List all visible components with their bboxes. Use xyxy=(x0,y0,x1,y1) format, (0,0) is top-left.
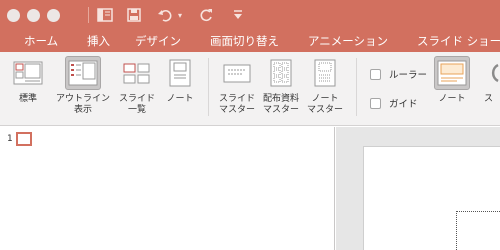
handout-master-label-1: 配布資料 xyxy=(263,94,300,104)
ruler-checkbox[interactable]: ルーラー xyxy=(370,67,427,81)
customize-toolbar-icon[interactable] xyxy=(230,6,246,24)
ruler-checkbox-box[interactable] xyxy=(370,68,381,80)
notes-toggle-button[interactable]: ノート xyxy=(434,56,470,105)
handout-master-label-2: マスター xyxy=(263,105,300,115)
outline-pane[interactable] xyxy=(0,127,335,250)
truncated-ribbon-button[interactable]: ス xyxy=(484,56,500,105)
slide-sorter-button[interactable]: スライド 一覧 xyxy=(119,56,155,116)
handout-master-icon xyxy=(263,56,299,90)
zoom-window-button[interactable] xyxy=(47,9,60,22)
titlebar-divider xyxy=(88,7,89,23)
truncated-button-label: ス xyxy=(484,94,494,104)
refresh-icon xyxy=(484,56,500,90)
notes-page-icon xyxy=(162,56,198,90)
redo-icon[interactable] xyxy=(198,6,216,24)
guides-checkbox-box[interactable] xyxy=(370,97,381,109)
undo-icon[interactable] xyxy=(156,6,174,24)
ribbon-separator xyxy=(356,58,357,116)
tab-design[interactable]: デザイン xyxy=(135,33,181,49)
content-placeholder[interactable] xyxy=(456,211,500,250)
tab-insert[interactable]: 挿入 xyxy=(87,33,110,49)
ruler-label: ルーラー xyxy=(389,70,428,81)
slide-number: 1 xyxy=(7,134,13,144)
ribbon: 標準 アウトライン 表示 スライド 一覧 ノート スライド マスター 配布資料 … xyxy=(0,52,500,126)
outline-view-button[interactable]: アウトライン 表示 xyxy=(56,56,110,116)
slide-sorter-label-2: 一覧 xyxy=(128,105,147,115)
slide-master-label-2: マスター xyxy=(219,105,256,115)
tab-animations[interactable]: アニメーション xyxy=(308,33,388,49)
slide-master-button[interactable]: スライド マスター xyxy=(219,56,255,116)
notes-master-label-1: ノート xyxy=(311,94,339,104)
notes-toggle-icon xyxy=(434,56,470,90)
normal-view-label: 標準 xyxy=(18,94,37,104)
normal-view-button[interactable]: 標準 xyxy=(10,56,46,105)
outline-view-icon xyxy=(65,56,101,90)
guides-label: ガイド xyxy=(389,99,418,110)
notes-page-label: ノート xyxy=(166,94,194,104)
notes-master-button[interactable]: ノート マスター xyxy=(307,56,343,116)
slide-master-label-1: スライド xyxy=(219,94,256,104)
title-bar: ▾ xyxy=(0,0,500,30)
tab-slideshow[interactable]: スライド ショー xyxy=(417,33,500,49)
notes-master-label-2: マスター xyxy=(307,105,344,115)
ribbon-separator xyxy=(208,58,209,116)
notes-toggle-label: ノート xyxy=(438,94,466,104)
save-icon[interactable] xyxy=(125,6,143,24)
notes-page-button[interactable]: ノート xyxy=(162,56,198,105)
notes-master-icon xyxy=(307,56,343,90)
slide-master-icon xyxy=(219,56,255,90)
slide-sorter-label-1: スライド xyxy=(119,94,156,104)
sidebar-toggle-icon[interactable] xyxy=(96,6,114,24)
slide-thumbnail[interactable] xyxy=(16,132,32,146)
outline-view-label-1: アウトライン xyxy=(56,94,111,104)
undo-dropdown-icon[interactable]: ▾ xyxy=(176,6,184,24)
tab-transitions[interactable]: 画面切り替え xyxy=(210,33,279,49)
handout-master-button[interactable]: 配布資料 マスター xyxy=(263,56,299,116)
close-window-button[interactable] xyxy=(7,9,20,22)
guides-checkbox[interactable]: ガイド xyxy=(370,96,418,110)
tab-home[interactable]: ホーム xyxy=(24,33,58,49)
ribbon-tab-bar: ホーム 挿入 デザイン 画面切り替え アニメーション スライド ショー xyxy=(0,30,500,52)
slide-sorter-icon xyxy=(119,56,155,90)
minimize-window-button[interactable] xyxy=(27,9,40,22)
outline-view-label-2: 表示 xyxy=(74,105,93,115)
normal-view-icon xyxy=(10,56,46,90)
